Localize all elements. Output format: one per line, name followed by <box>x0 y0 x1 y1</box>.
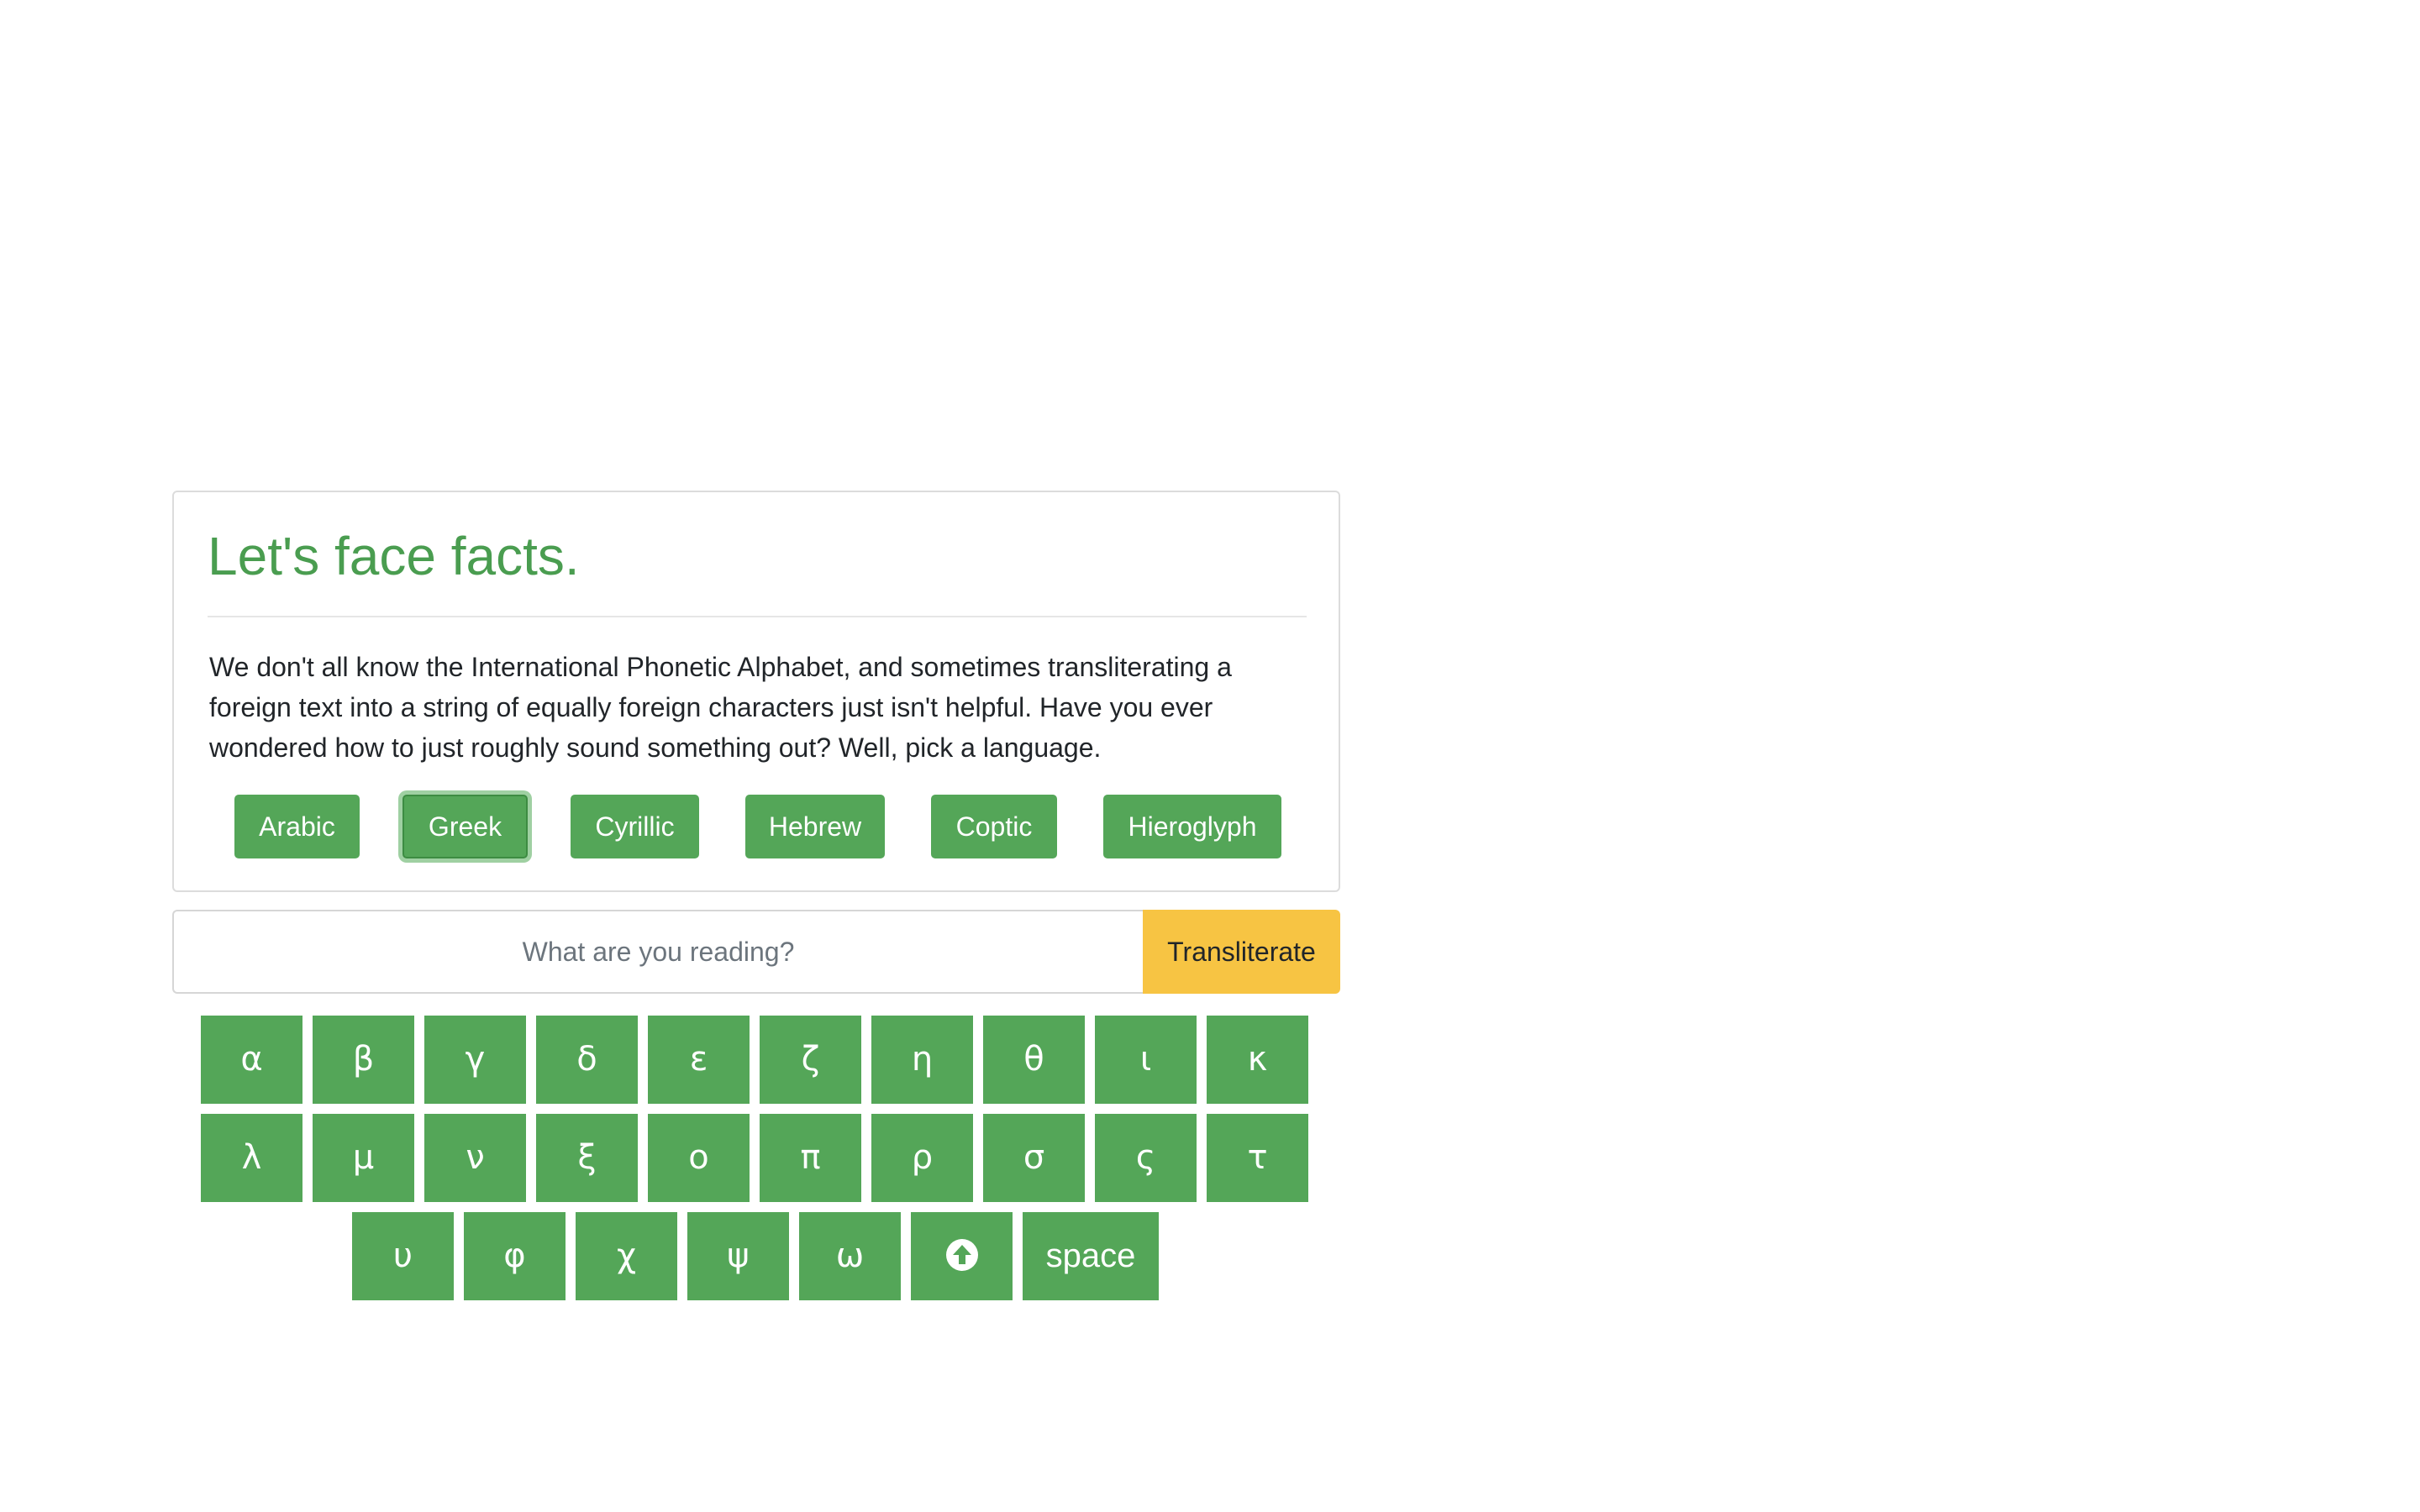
key-theta[interactable]: θ <box>983 1016 1085 1104</box>
key-lambda[interactable]: λ <box>201 1114 302 1202</box>
language-button-greek[interactable]: Greek <box>402 795 528 858</box>
key-tau[interactable]: τ <box>1207 1114 1308 1202</box>
key-omicron[interactable]: ο <box>648 1114 750 1202</box>
key-kappa[interactable]: κ <box>1207 1016 1308 1104</box>
key-psi[interactable]: ψ <box>687 1212 789 1300</box>
key-iota[interactable]: ι <box>1095 1016 1197 1104</box>
language-button-cyrillic[interactable]: Cyrillic <box>571 795 699 858</box>
key-chi[interactable]: χ <box>576 1212 677 1300</box>
key-sigma[interactable]: σ <box>983 1114 1085 1202</box>
reading-input[interactable] <box>172 910 1143 994</box>
key-mu[interactable]: μ <box>313 1114 414 1202</box>
key-phi[interactable]: φ <box>464 1212 566 1300</box>
language-button-arabic[interactable]: Arabic <box>234 795 360 858</box>
key-pi[interactable]: π <box>760 1114 861 1202</box>
key-eta[interactable]: η <box>871 1016 973 1104</box>
key-gamma[interactable]: γ <box>424 1016 526 1104</box>
key-xi[interactable]: ξ <box>536 1114 638 1202</box>
key-omega[interactable]: ω <box>799 1212 901 1300</box>
language-button-coptic[interactable]: Coptic <box>931 795 1057 858</box>
key-nu[interactable]: ν <box>424 1114 526 1202</box>
key-upsilon[interactable]: υ <box>352 1212 454 1300</box>
key-delta[interactable]: δ <box>536 1016 638 1104</box>
key-rho[interactable]: ρ <box>871 1114 973 1202</box>
transliterate-button[interactable]: Transliterate <box>1143 910 1340 994</box>
shift-key[interactable] <box>911 1212 1013 1300</box>
key-beta[interactable]: β <box>313 1016 414 1104</box>
arrow-up-circle-icon <box>945 1239 978 1271</box>
key-epsilon[interactable]: ε <box>648 1016 750 1104</box>
key-alpha[interactable]: α <box>201 1016 302 1104</box>
key-zeta[interactable]: ζ <box>760 1016 861 1104</box>
space-key[interactable]: space <box>1023 1212 1159 1300</box>
divider <box>208 616 1307 617</box>
language-button-hieroglyph[interactable]: Hieroglyph <box>1103 795 1281 858</box>
intro-text: We don't all know the International Phon… <box>209 652 1232 763</box>
transliterate-form: Transliterate <box>172 910 1340 994</box>
language-button-hebrew[interactable]: Hebrew <box>745 795 885 858</box>
key-final-sigma[interactable]: ς <box>1095 1114 1197 1202</box>
page-title: Let's face facts. <box>208 526 580 586</box>
intro-card: Let's face facts. We don't all know the … <box>172 491 1340 892</box>
